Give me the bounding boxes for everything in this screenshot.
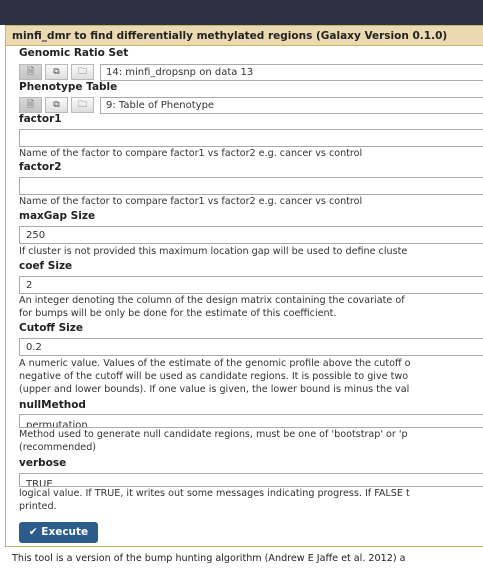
factor1-label: factor1 xyxy=(19,113,62,125)
execute-button[interactable]: ✔ Execute xyxy=(19,522,98,543)
cutoff-input[interactable]: 0.2 xyxy=(19,338,483,356)
dataset-collection-icon[interactable]: 🗀 xyxy=(71,64,94,80)
verbose-help-line2: printed. xyxy=(19,501,57,512)
verbose-help-line1: logical value. If TRUE, it writes out so… xyxy=(19,488,410,499)
coef-input[interactable]: 2 xyxy=(19,276,483,294)
maxgap-input[interactable]: 250 xyxy=(19,226,483,244)
nullmethod-label: nullMethod xyxy=(19,399,86,411)
factor2-label: factor2 xyxy=(19,161,62,173)
coef-help-line1: An integer denoting the column of the de… xyxy=(19,295,405,306)
verbose-label: verbose xyxy=(19,457,67,469)
factor2-help: Name of the factor to compare factor1 vs… xyxy=(19,196,363,207)
multiple-datasets-icon[interactable]: ⧉ xyxy=(45,64,68,80)
nullmethod-select[interactable]: permutation xyxy=(19,414,483,428)
coef-help-line2: for bumps will be only be done for the e… xyxy=(19,308,337,319)
execute-label: Execute xyxy=(41,526,89,538)
phenotype-table-selector: 🗎 ⧉ 🗀 9: Table of Phenotype xyxy=(19,97,483,115)
cutoff-label: Cutoff Size xyxy=(19,322,83,334)
phenotype-table-label: Phenotype Table xyxy=(19,81,118,93)
genomic-ratio-set-selector: 🗎 ⧉ 🗀 14: minfi_dropsnp on data 13 xyxy=(19,64,483,82)
cutoff-help-line3: (upper and lower bounds). If one value i… xyxy=(19,384,410,395)
maxgap-label: maxGap Size xyxy=(19,210,96,222)
top-bar xyxy=(0,0,483,25)
factor2-input[interactable] xyxy=(19,177,483,195)
nullmethod-help-line2: (recommended) xyxy=(19,442,97,453)
factor1-input[interactable] xyxy=(19,129,483,147)
factor1-help: Name of the factor to compare factor1 vs… xyxy=(19,148,363,159)
coef-label: coef Size xyxy=(19,260,73,272)
tool-description: This tool is a version of the bump hunti… xyxy=(12,553,406,564)
genomic-ratio-set-label: Genomic Ratio Set xyxy=(19,47,129,59)
form-title: minfi_dmr to find differentially methyla… xyxy=(6,26,483,46)
single-dataset-icon[interactable]: 🗎 xyxy=(19,97,42,113)
genomic-ratio-set-select[interactable]: 14: minfi_dropsnp on data 13 xyxy=(100,64,483,81)
check-icon: ✔ xyxy=(28,526,38,538)
maxgap-help: If cluster is not provided this maximum … xyxy=(19,246,408,257)
cutoff-help-line2: negative of the cutoff will be used as c… xyxy=(19,371,409,382)
phenotype-table-select[interactable]: 9: Table of Phenotype xyxy=(100,97,483,114)
dataset-collection-icon[interactable]: 🗀 xyxy=(71,97,94,113)
tool-form: minfi_dmr to find differentially methyla… xyxy=(5,25,483,547)
nullmethod-help-line1: Method used to generate null candidate r… xyxy=(19,429,408,440)
single-dataset-icon[interactable]: 🗎 xyxy=(19,64,42,80)
verbose-select[interactable]: TRUE xyxy=(19,473,483,487)
multiple-datasets-icon[interactable]: ⧉ xyxy=(45,97,68,113)
cutoff-help-line1: A numeric value. Values of the estimate … xyxy=(19,358,411,369)
